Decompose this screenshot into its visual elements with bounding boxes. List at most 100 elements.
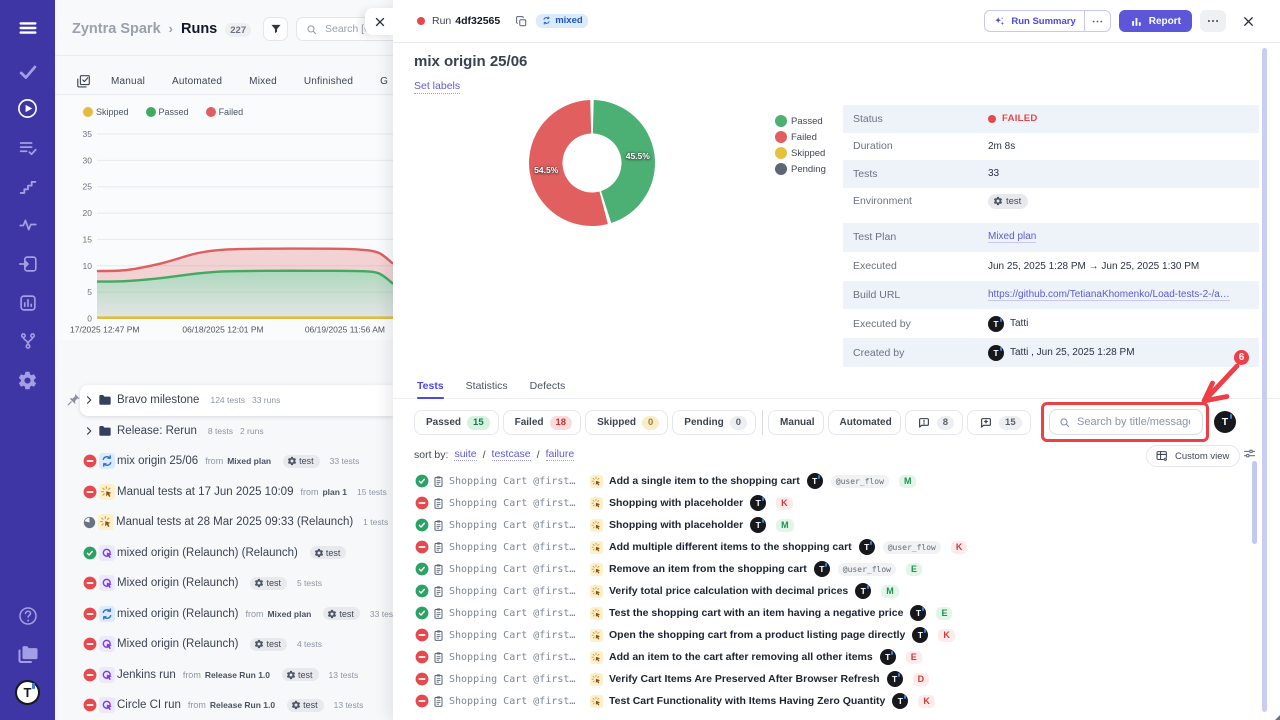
drawer-scrollbar[interactable]	[1262, 48, 1267, 712]
run-name[interactable]: Mixed origin (Relaunch)	[117, 638, 238, 650]
drawer-more-button[interactable]	[1200, 10, 1226, 32]
test-row[interactable]: Shopping Cart @first… Add a single item …	[415, 470, 1260, 492]
sidebar-item-milestones-icon[interactable]	[0, 176, 55, 198]
tab-mixed[interactable]: Mixed	[249, 76, 277, 87]
adjustments-icon[interactable]	[1242, 446, 1257, 461]
run-plan-name[interactable]: plan 1	[322, 487, 347, 497]
help-icon[interactable]	[0, 605, 55, 627]
filter-manual[interactable]: Manual	[768, 410, 823, 435]
tab-automated[interactable]: Automated	[172, 76, 222, 87]
chevron-right-icon[interactable]	[83, 425, 95, 437]
filter-with-comments[interactable]: 8	[905, 410, 963, 435]
run-plan-name[interactable]: Mixed plan	[227, 456, 271, 466]
sort-suite-link[interactable]: suite	[454, 448, 476, 461]
test-title[interactable]: Test Cart Functionality with Items Havin…	[609, 695, 885, 707]
run-plan-name[interactable]: Mixed plan	[267, 609, 311, 619]
filter-button[interactable]	[263, 17, 288, 41]
tab-manual[interactable]: Manual	[111, 76, 145, 87]
sidebar-item-settings-gear-icon[interactable]	[0, 370, 55, 391]
test-row[interactable]: Shopping Cart @first… Open the shopping …	[415, 624, 1260, 646]
filter-with-attachments[interactable]: 15	[967, 410, 1031, 435]
run-name[interactable]: Circle CI run	[117, 699, 181, 711]
run-list-item[interactable]: Manual tests at 17 Jun 2025 10:09 from p…	[55, 477, 393, 508]
run-name[interactable]: Jenkins run	[117, 669, 176, 681]
tests-scrollbar[interactable]	[1252, 461, 1257, 544]
filter-skipped[interactable]: Skipped0	[585, 410, 668, 435]
sort-testcase-link[interactable]: testcase	[492, 448, 531, 461]
test-row[interactable]: Shopping Cart @first… Remove an item fro…	[415, 558, 1260, 580]
sidebar-item-integrations-icon[interactable]	[0, 330, 55, 352]
test-row[interactable]: Shopping Cart @first… Add an item to the…	[415, 646, 1260, 668]
tab-unfinished[interactable]: Unfinished	[304, 76, 353, 87]
test-title[interactable]: Add a single item to the shopping cart	[609, 475, 800, 487]
run-list-item[interactable]: Release: Rerun 8 tests 2 runs	[55, 416, 393, 447]
run-name[interactable]: mixed origin (Relaunch) (Relaunch)	[117, 547, 298, 559]
sidebar-item-reports-icon[interactable]	[0, 292, 55, 314]
chevron-right-icon[interactable]	[83, 394, 95, 406]
copy-icon[interactable]	[515, 15, 528, 28]
set-labels-link[interactable]: Set labels	[414, 80, 460, 94]
filter-passed[interactable]: Passed15	[414, 410, 499, 435]
build-url-link[interactable]: https://github.com/TetianaKhomenko/Load-…	[988, 289, 1230, 301]
assignee-avatar[interactable]: T	[1214, 411, 1236, 433]
test-title[interactable]: Open the shopping cart from a product li…	[609, 629, 905, 641]
test-title[interactable]: Shopping with placeholder	[609, 519, 743, 531]
run-plan-name[interactable]: Release Run 1.0	[210, 700, 275, 710]
sidebar-item-testcases-icon[interactable]	[0, 61, 55, 83]
run-list-item[interactable]: Manual tests at 28 Mar 2025 09:33 (Relau…	[55, 507, 393, 538]
test-plan-link[interactable]: Mixed plan	[988, 231, 1036, 243]
menu-hamburger-icon[interactable]	[0, 17, 55, 39]
run-list-item[interactable]: mix origin 25/06 from Mixed plan test 33…	[55, 446, 393, 477]
drawer-close-tab[interactable]	[365, 8, 394, 35]
tests-search[interactable]	[1049, 409, 1203, 435]
breadcrumb-app[interactable]: Zyntra Spark	[72, 21, 161, 37]
drawer-close-icon[interactable]	[1241, 14, 1256, 29]
test-title[interactable]: Remove an item from the shopping cart	[609, 563, 807, 575]
run-name[interactable]: mix origin 25/06	[117, 455, 198, 467]
test-row[interactable]: Shopping Cart @first… Test the shopping …	[415, 602, 1260, 624]
tab-tests[interactable]: Tests	[417, 380, 444, 392]
run-summary-more-button[interactable]	[1084, 11, 1110, 31]
run-list-item[interactable]: Mixed origin (Relaunch) test 4 tests	[55, 629, 393, 660]
sidebar-item-sessions-icon[interactable]	[0, 253, 55, 275]
filter-pending[interactable]: Pending0	[672, 410, 756, 435]
shared-folders-icon[interactable]	[0, 642, 55, 666]
run-list-item[interactable]: mixed origin (Relaunch) from Mixed plan …	[55, 599, 393, 630]
test-title[interactable]: Verify total price calculation with deci…	[609, 585, 848, 597]
test-title[interactable]: Test the shopping cart with an item havi…	[609, 607, 903, 619]
tab-defects[interactable]: Defects	[530, 380, 566, 392]
sidebar-item-runs-icon[interactable]	[0, 97, 55, 120]
report-button[interactable]: Report	[1119, 10, 1192, 32]
test-title[interactable]: Verify Cart Items Are Preserved After Br…	[609, 673, 880, 685]
test-row[interactable]: Shopping Cart @first… Verify Cart Items …	[415, 668, 1260, 690]
test-title[interactable]: Add an item to the cart after removing a…	[609, 651, 873, 663]
run-list-item[interactable]: Mixed origin (Relaunch) test 5 tests	[55, 568, 393, 599]
test-row[interactable]: Shopping Cart @first… Shopping with plac…	[415, 492, 1260, 514]
sidebar-item-plans-icon[interactable]	[0, 137, 55, 159]
tab-statistics[interactable]: Statistics	[466, 380, 508, 392]
test-title[interactable]: Shopping with placeholder	[609, 497, 743, 509]
user-avatar[interactable]: T	[15, 680, 40, 705]
test-row[interactable]: Shopping Cart @first… Verify total price…	[415, 580, 1260, 602]
test-title[interactable]: Add multiple different items to the shop…	[609, 541, 852, 553]
run-list-item[interactable]: mixed origin (Relaunch) (Relaunch) test	[55, 538, 393, 569]
run-name[interactable]: mixed origin (Relaunch)	[117, 608, 238, 620]
run-list-item[interactable]: Circle CI run from Release Run 1.0 test …	[55, 690, 393, 720]
sort-failure-link[interactable]: failure	[546, 448, 575, 461]
test-row[interactable]: Shopping Cart @first… Shopping with plac…	[415, 514, 1260, 536]
test-row[interactable]: Shopping Cart @first… Add multiple diffe…	[415, 536, 1260, 558]
run-name[interactable]: Bravo milestone	[117, 394, 199, 406]
tab-clipped[interactable]: G	[380, 76, 388, 87]
filter-failed[interactable]: Failed18	[503, 410, 581, 435]
run-plan-name[interactable]: Release Run 1.0	[205, 670, 270, 680]
tests-search-input[interactable]	[1077, 416, 1190, 428]
select-all-icon[interactable]	[75, 73, 92, 90]
test-row[interactable]: Shopping Cart @first… Test Cart Function…	[415, 690, 1260, 712]
filter-automated[interactable]: Automated	[828, 410, 901, 435]
run-list-item[interactable]: Jenkins run from Release Run 1.0 test 13…	[55, 660, 393, 691]
run-list-item[interactable]: Bravo milestone 124 tests 33 runs	[80, 385, 393, 416]
custom-view-button[interactable]: Custom view	[1146, 445, 1240, 467]
run-summary-button[interactable]: Run Summary	[984, 10, 1110, 32]
run-name[interactable]: Release: Rerun	[117, 425, 197, 437]
run-name[interactable]: Manual tests at 28 Mar 2025 09:33 (Relau…	[116, 516, 353, 528]
